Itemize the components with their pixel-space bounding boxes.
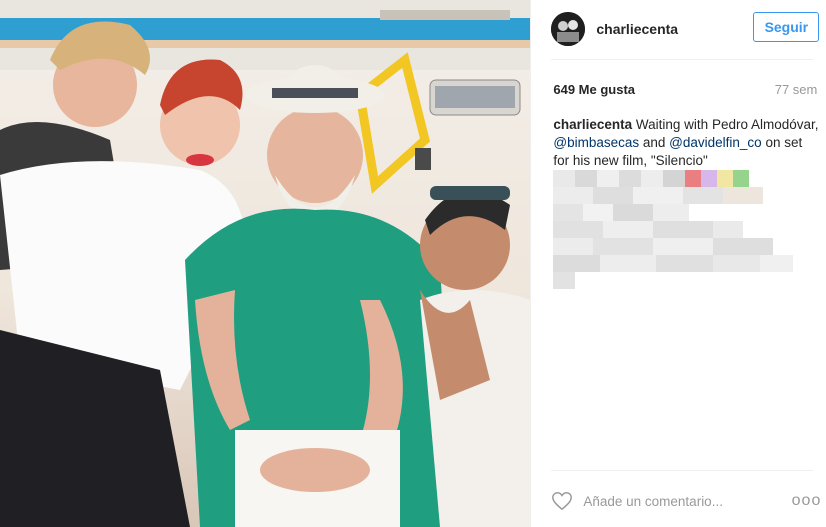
caption: charliecenta Waiting with Pedro Almodóva…	[553, 116, 819, 170]
heart-icon[interactable]	[551, 490, 573, 512]
post-age[interactable]: 77 sem	[775, 82, 818, 97]
likes-count[interactable]: 649 Me gusta	[553, 82, 635, 97]
mention-davidelfin[interactable]: @davidelfin_co	[669, 135, 762, 150]
comment-input[interactable]: Añade un comentario...	[583, 494, 791, 509]
caption-author[interactable]: charliecenta	[553, 117, 632, 132]
username[interactable]: charliecenta	[596, 21, 678, 37]
photo-illustration	[0, 0, 531, 527]
more-options-icon[interactable]: ooo	[792, 492, 822, 510]
comment-divider	[551, 470, 814, 471]
blurred-row	[553, 238, 793, 255]
follow-button[interactable]: Seguir	[753, 12, 820, 42]
instagram-post: charliecenta Seguir 649 Me gusta 77 sem …	[0, 0, 826, 527]
blurred-row	[553, 272, 793, 289]
caption-text-1: Waiting with Pedro Almodóvar,	[635, 117, 819, 132]
blurred-row	[553, 170, 793, 187]
blurred-row	[553, 255, 794, 272]
blurred-row	[553, 204, 793, 221]
header-divider	[551, 59, 814, 60]
blurred-row	[553, 187, 793, 204]
avatar[interactable]	[551, 12, 586, 46]
post-header: charliecenta Seguir	[551, 12, 821, 46]
blurred-comments	[553, 170, 794, 289]
caption-text-2: and	[642, 135, 666, 150]
post-sidebar: charliecenta Seguir 649 Me gusta 77 sem …	[530, 0, 826, 527]
post-photo[interactable]	[0, 0, 531, 527]
avatar-image	[551, 12, 586, 46]
likes-row: 649 Me gusta 77 sem	[553, 82, 817, 97]
mention-bimbasecas[interactable]: @bimbasecas	[553, 135, 639, 150]
comment-bar: Añade un comentario... ooo	[551, 486, 821, 516]
blurred-row	[553, 221, 793, 238]
